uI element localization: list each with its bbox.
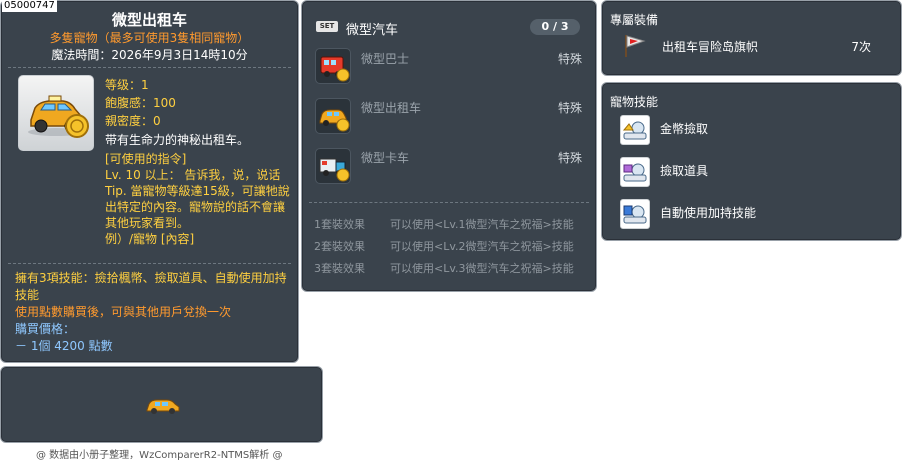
- flag-icon: [625, 35, 646, 57]
- divider: [8, 67, 291, 68]
- bottom-info: 擁有3項技能：撿拾楓幣、撿取道具、自動使用加持技能 使用點數購買後，可與其他用戶…: [15, 270, 293, 355]
- set-panel: SET 微型汽车 0 / 3 微型巴士 特殊 微型出租车 特殊 微型卡车 特殊: [301, 0, 597, 292]
- divider: [309, 202, 589, 203]
- truck-pet-icon: [315, 148, 351, 184]
- set-effect-text: 可以使用<Lv.3微型汽车之祝福>技能: [390, 262, 574, 275]
- pet-skills-panel: 寵物技能 金幣撿取 撿取道具 自動使用加持技能: [601, 82, 902, 241]
- pet-skills-title: 寵物技能: [610, 95, 659, 109]
- commands-header: [可使用的指令]: [105, 152, 187, 166]
- price-value: － 1個 4200 點數: [15, 339, 113, 353]
- item-tooltip-panel: 微型出租车 多隻寵物（最多可使用3隻相同寵物） 魔法時間：2026年9月3日14…: [0, 0, 299, 363]
- set-effect-label: 3套裝效果: [314, 262, 365, 275]
- skill-name: 自動使用加持技能: [660, 206, 757, 220]
- skills-line: 擁有3項技能：撿拾楓幣、撿取道具、自動使用加持技能: [15, 271, 287, 302]
- item-description: 带有生命力的神秘出租车。: [105, 133, 250, 147]
- divider: [8, 263, 291, 264]
- item-id: 05000747: [2, 0, 57, 12]
- set-effect-row: 3套裝效果 可以使用<Lv.3微型汽车之祝福>技能: [314, 260, 574, 276]
- exclusive-equip-count: 7次: [851, 40, 871, 54]
- item-description-block: 带有生命力的神秘出租车。 [可使用的指令] Lv. 10 以上： 告诉我，说，说…: [105, 132, 291, 247]
- skill-name: 金幣撿取: [660, 122, 709, 136]
- taxi-sprite-icon: [146, 399, 180, 414]
- set-count: 0 / 3: [530, 19, 580, 35]
- set-item-type: 特殊: [557, 151, 582, 165]
- exclusive-equip-item-name: 出租车冒险岛旗帜: [662, 40, 759, 54]
- pet-fullness: 飽腹感：100: [105, 96, 176, 110]
- set-effect-text: 可以使用<Lv.2微型汽车之祝福>技能: [390, 240, 574, 253]
- pet-preview-panel: [0, 366, 323, 443]
- set-item-name: 微型出租车: [361, 101, 422, 115]
- taxi-icon: [28, 95, 89, 138]
- set-effect-row: 2套裝效果 可以使用<Lv.2微型汽车之祝福>技能: [314, 238, 574, 254]
- set-effect-row: 1套裝效果 可以使用<Lv.1微型汽车之祝福>技能: [314, 216, 574, 232]
- set-effect-text: 可以使用<Lv.1微型汽车之祝福>技能: [390, 218, 574, 231]
- taxi-pet-icon: [315, 98, 351, 134]
- set-item-type: 特殊: [557, 101, 582, 115]
- set-item-type: 特殊: [557, 52, 582, 66]
- magic-time: 魔法時間：2026年9月3日14時10分: [51, 48, 248, 62]
- exclusive-equip-panel: 專屬裝備 出租车冒险岛旗帜 7次: [601, 0, 902, 76]
- set-badge: SET: [316, 21, 338, 32]
- coin-pickup-skill-icon: [620, 115, 650, 145]
- bus-pet-icon: [315, 48, 351, 84]
- skill-name: 撿取道具: [660, 164, 709, 178]
- item-pickup-skill-icon: [620, 157, 650, 187]
- pet-level: 等级：1: [105, 78, 149, 92]
- item-icon-box: [18, 75, 94, 151]
- auto-buff-skill-icon: [620, 199, 650, 229]
- set-effect-label: 2套裝效果: [314, 240, 365, 253]
- item-subtitle: 多隻寵物（最多可使用3隻相同寵物）: [49, 31, 250, 45]
- footer-credit: @ 数据由小册子整理，WzComparerR2-NTMS解析 @: [36, 450, 283, 461]
- set-effect-label: 1套裝效果: [314, 218, 365, 231]
- exclusive-equip-title: 專屬裝備: [610, 13, 659, 27]
- pet-closeness: 親密度：0: [105, 114, 161, 128]
- item-name: 微型出租车: [111, 11, 187, 29]
- price-label: 購買價格：: [15, 322, 76, 336]
- trade-line: 使用點數購買後，可與其他用戶兌換一次: [15, 305, 232, 319]
- set-item-name: 微型巴士: [361, 52, 410, 66]
- set-name: 微型汽车: [346, 23, 399, 38]
- commands-footer: 例）/寵物 [內容]: [105, 232, 195, 246]
- commands-body: Lv. 10 以上： 告诉我，说，说话 Tip. 當寵物等級達15級，可讓牠說出…: [105, 168, 290, 230]
- set-item-name: 微型卡车: [361, 151, 410, 165]
